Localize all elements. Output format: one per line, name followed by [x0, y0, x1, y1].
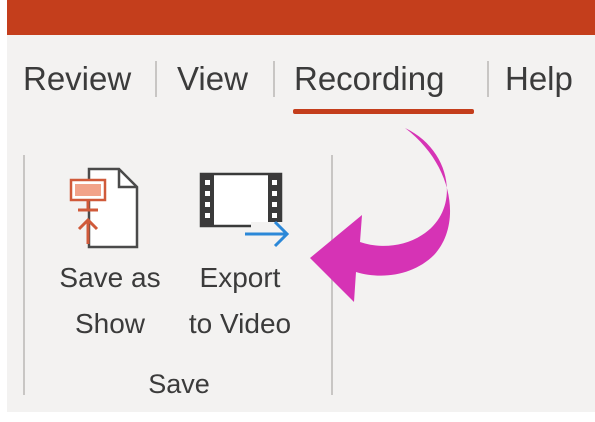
export-to-video-label-line1: Export [199, 262, 281, 293]
save-as-show-label-line1: Save as [59, 262, 161, 293]
tab-separator [487, 61, 489, 97]
tab-recording[interactable]: Recording [294, 59, 444, 99]
title-bar [7, 0, 595, 35]
export-to-video-label-line2: to Video [188, 308, 292, 339]
curved-arrow-icon [310, 128, 451, 302]
bottom-margin [0, 412, 595, 422]
export-to-video-icon [199, 172, 291, 248]
tab-view[interactable]: View [177, 59, 248, 99]
ribbon-tabs: Review View Recording Help [7, 35, 595, 127]
group-label-save: Save [148, 369, 210, 399]
save-as-show-label-line2: Show [74, 308, 146, 339]
export-to-video-button[interactable]: Export to Video [175, 160, 305, 350]
group-divider-left [23, 155, 25, 395]
save-as-show-button[interactable]: Save as Show [45, 160, 175, 350]
tab-help[interactable]: Help [505, 59, 573, 99]
tab-separator [155, 61, 157, 97]
tab-separator [273, 61, 275, 97]
ribbon-window: Review View Recording Help Save as Show [7, 0, 595, 412]
tab-review[interactable]: Review [23, 59, 131, 99]
save-as-show-icon [69, 167, 139, 249]
active-tab-indicator [293, 109, 474, 114]
